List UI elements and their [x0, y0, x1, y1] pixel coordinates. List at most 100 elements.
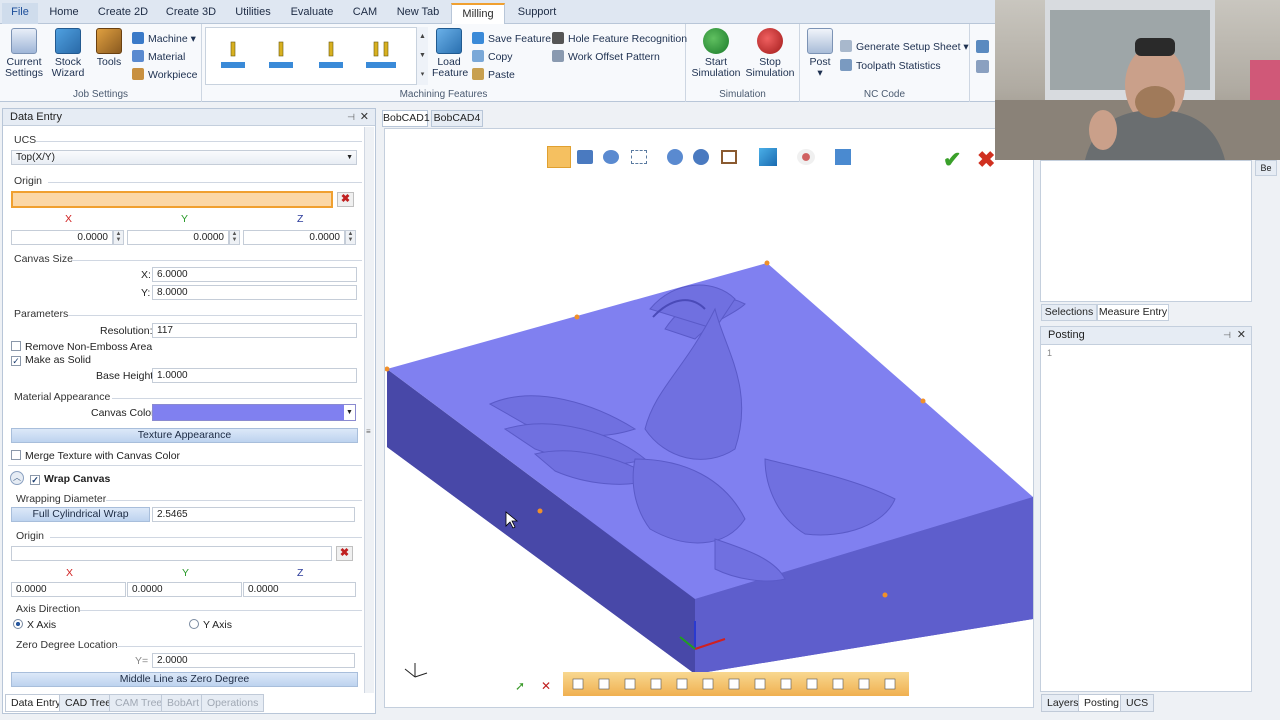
wrap-origin-x-input[interactable]: 0.0000 [11, 582, 126, 597]
wrap-origin-label: Origin [16, 530, 45, 542]
origin-z-input[interactable]: 0.0000 [243, 230, 345, 245]
origin-x-spinner[interactable]: ▲ ▼ [113, 230, 124, 245]
wrap-origin-input[interactable] [11, 546, 332, 561]
extra-tool-icon[interactable] [976, 40, 989, 53]
clear-wrap-origin-button[interactable]: ✖ [336, 546, 353, 561]
x-axis-radio[interactable]: X Axis [13, 619, 56, 631]
tab-selections[interactable]: Selections [1041, 304, 1097, 321]
tab-bobart[interactable]: BobArt [161, 694, 206, 712]
middle-line-zero-degree-button[interactable]: Middle Line as Zero Degree [11, 672, 358, 687]
view-toolbar [547, 146, 867, 168]
tab-create-3d[interactable]: Create 3D [160, 3, 222, 24]
origin-y-spinner[interactable]: ▲ ▼ [229, 230, 240, 245]
origin-x-input[interactable]: 0.0000 [11, 230, 113, 245]
close-icon[interactable]: ✕ [1237, 327, 1246, 344]
gallery-scroll[interactable]: ▲ ▼ ▾ [416, 27, 428, 85]
confirm-check-icon[interactable]: ✔ [943, 147, 961, 173]
origin-input[interactable] [11, 191, 333, 208]
make-as-solid-checkbox[interactable]: ✓ Make as Solid [11, 354, 91, 366]
pin-icon[interactable]: ⊣ [347, 109, 355, 126]
canvas-color-label: Canvas Color [91, 407, 155, 419]
material-button[interactable]: Material [132, 49, 185, 65]
doc-tab-bobcad4[interactable]: BobCAD4 [431, 110, 483, 127]
tab-measure-entry[interactable]: Measure Entry [1097, 304, 1169, 321]
canvas-color-picker[interactable]: ▼ [152, 404, 356, 421]
snap-on-icon[interactable]: ➚ [515, 679, 527, 693]
current-settings-button[interactable]: Current Settings [4, 28, 44, 79]
origin-y-input[interactable]: 0.0000 [127, 230, 229, 245]
tools-button[interactable]: Tools [92, 28, 126, 68]
full-cylindrical-wrap-button[interactable]: Full Cylindrical Wrap [11, 507, 150, 522]
wrap-canvas-checkbox[interactable]: ✓ Wrap Canvas [30, 473, 110, 485]
tab-milling[interactable]: Milling [451, 3, 505, 24]
select-arrow-icon[interactable] [547, 146, 571, 168]
wrap-origin-z-input[interactable]: 0.0000 [243, 582, 356, 597]
toolpath-statistics-button[interactable]: Toolpath Statistics [840, 58, 941, 74]
resolution-input[interactable]: 117 [152, 323, 357, 338]
pin-icon[interactable]: ⊣ [1223, 327, 1231, 344]
work-offset-pattern-button[interactable]: Work Offset Pattern [552, 49, 660, 65]
ucs-select[interactable]: Top(X/Y) ▼ [11, 150, 357, 165]
wrapping-diameter-label: Wrapping Diameter [16, 493, 107, 505]
extra-tool-icon-2[interactable] [976, 60, 989, 73]
y-axis-radio[interactable]: Y Axis [189, 619, 232, 631]
post-button[interactable]: Post ▾ [804, 28, 836, 79]
close-icon[interactable]: ✕ [360, 109, 369, 126]
load-feature-button[interactable]: Load Feature [432, 28, 468, 79]
feature-gallery[interactable] [205, 27, 427, 85]
pan-icon[interactable] [577, 150, 593, 164]
start-simulation-button[interactable]: Start Simulation [690, 28, 742, 79]
tab-posting[interactable]: Posting [1078, 694, 1126, 712]
stock-wizard-button[interactable]: Stock Wizard [48, 28, 88, 79]
tab-evaluate[interactable]: Evaluate [284, 3, 340, 24]
data-entry-title: Data Entry [10, 111, 62, 123]
cancel-x-icon[interactable]: ✖ [977, 147, 995, 173]
texture-appearance-button[interactable]: Texture Appearance [11, 428, 358, 443]
tab-utilities[interactable]: Utilities [228, 3, 278, 24]
tab-data-entry[interactable]: Data Entry [5, 694, 67, 712]
view-cube-icon[interactable] [759, 148, 777, 166]
canvas-size-label: Canvas Size [14, 253, 73, 265]
tab-new-tab[interactable]: New Tab [390, 3, 446, 24]
viewport-3d[interactable]: ✔ ✖ ➚ ✕ [384, 128, 1034, 708]
merge-texture-checkbox[interactable]: Merge Texture with Canvas Color [11, 450, 180, 462]
stop-simulation-button[interactable]: Stop Simulation [744, 28, 796, 79]
generate-setup-sheet-button[interactable]: Generate Setup Sheet ▾ [840, 39, 969, 55]
doc-tab-bobcad1[interactable]: BobCAD1 [382, 110, 430, 127]
data-entry-scrollbar[interactable]: ≡ [364, 127, 374, 693]
tab-home[interactable]: Home [42, 3, 86, 24]
tab-create-2d[interactable]: Create 2D [92, 3, 154, 24]
base-height-input[interactable]: 1.0000 [152, 368, 357, 383]
snap-toolbar[interactable] [563, 672, 909, 696]
side-collapse-tab[interactable]: Be [1255, 160, 1277, 176]
collapse-icon[interactable]: ︿ [10, 471, 24, 485]
tab-ucs[interactable]: UCS [1120, 694, 1155, 712]
display-mode-icon[interactable] [835, 149, 851, 165]
zero-y-input[interactable]: 2.0000 [152, 653, 355, 668]
tab-cam[interactable]: CAM [346, 3, 384, 24]
hole-feature-recognition-button[interactable]: Hole Feature Recognition [552, 31, 687, 47]
remove-non-emboss-checkbox[interactable]: Remove Non-Emboss Area [11, 341, 152, 353]
zoom-fit-icon[interactable] [693, 149, 709, 165]
tab-cam-tree[interactable]: CAM Tree [109, 694, 169, 712]
tab-operations[interactable]: Operations [201, 694, 265, 712]
canvas-y-input[interactable]: 8.0000 [152, 285, 357, 300]
workpiece-button[interactable]: Workpiece [132, 67, 197, 83]
tab-file[interactable]: File [2, 3, 38, 24]
wrapping-diameter-input[interactable]: 2.5465 [152, 507, 355, 522]
zoom-window-icon[interactable] [631, 150, 647, 164]
wrap-origin-y-input[interactable]: 0.0000 [127, 582, 242, 597]
canvas-x-input[interactable]: 6.0000 [152, 267, 357, 282]
save-feature-button[interactable]: Save Feature [472, 31, 551, 47]
center-icon[interactable] [721, 150, 737, 164]
paste-button[interactable]: Paste [472, 67, 515, 83]
visibility-icon[interactable] [797, 149, 815, 165]
copy-button[interactable]: Copy [472, 49, 513, 65]
tab-support[interactable]: Support [510, 3, 564, 24]
snap-off-icon[interactable]: ✕ [541, 679, 553, 693]
zoom-icon[interactable] [667, 149, 683, 165]
rotate-icon[interactable] [603, 150, 619, 164]
origin-z-spinner[interactable]: ▲ ▼ [345, 230, 356, 245]
clear-origin-button[interactable]: ✖ [337, 192, 354, 207]
machine-button[interactable]: Machine ▾ [132, 31, 196, 47]
